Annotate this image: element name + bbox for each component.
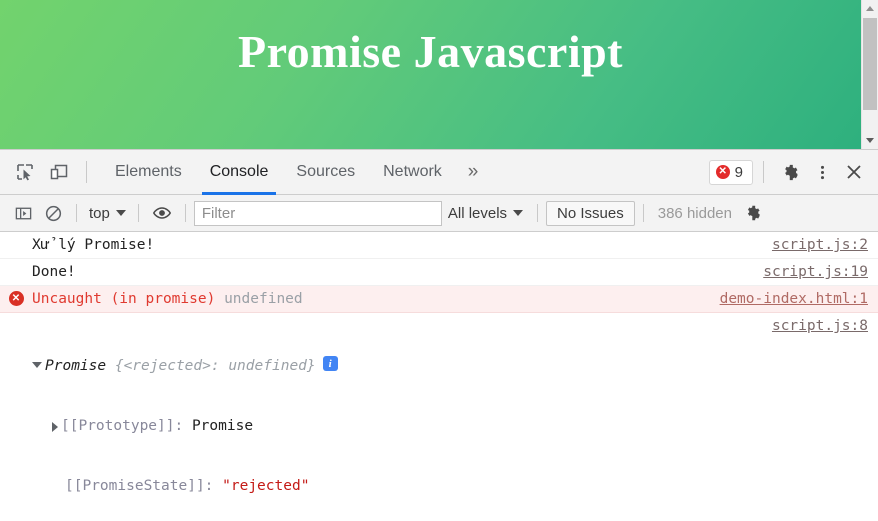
console-toolbar-divider-1 bbox=[76, 204, 77, 222]
close-icon bbox=[847, 165, 861, 179]
console-message-list[interactable]: Xử lý Promise! script.js:2 Done! script.… bbox=[0, 232, 878, 521]
scrollbar-thumb[interactable] bbox=[863, 18, 877, 110]
tabstrip-right-divider bbox=[763, 161, 764, 183]
console-toolbar-divider-5 bbox=[642, 204, 644, 222]
console-toolbar-divider-4 bbox=[537, 204, 539, 222]
inspect-element-button[interactable] bbox=[8, 155, 42, 189]
tab-sources[interactable]: Sources bbox=[282, 150, 369, 195]
console-error-row[interactable]: ✕ Uncaught (in promise) undefined demo-i… bbox=[0, 286, 878, 313]
property-value: "rejected" bbox=[222, 478, 310, 494]
console-sidebar-toggle-icon bbox=[15, 207, 31, 219]
message-gutter bbox=[0, 235, 32, 237]
clear-console-icon bbox=[45, 205, 61, 221]
tab-console[interactable]: Console bbox=[196, 150, 283, 195]
tabstrip-divider bbox=[86, 161, 87, 183]
message-gutter bbox=[0, 262, 32, 264]
property-key: [[PromiseState]]: bbox=[65, 478, 214, 494]
log-level-selector[interactable]: All levels bbox=[442, 205, 529, 222]
chevron-down-icon bbox=[513, 210, 524, 216]
page-vertical-scrollbar[interactable] bbox=[861, 0, 878, 149]
live-expression-eye-icon bbox=[152, 207, 171, 219]
clear-console-button[interactable] bbox=[38, 200, 68, 226]
object-property-row[interactable]: [[Prototype]]: Promise bbox=[32, 416, 772, 436]
console-message-row[interactable]: Done! script.js:19 bbox=[0, 259, 878, 286]
tabstrip-right-controls: ✕ 9 bbox=[708, 156, 878, 188]
devtools-tabstrip: Elements Console Sources Network » ✕ 9 bbox=[0, 150, 878, 195]
page-title: Promise Javascript bbox=[237, 26, 624, 77]
devtools-panel: Elements Console Sources Network » ✕ 9 t… bbox=[0, 149, 878, 521]
chevron-down-icon bbox=[115, 210, 126, 216]
hidden-messages-count: 386 hidden bbox=[657, 204, 732, 222]
property-key: [[Prototype]]: bbox=[61, 418, 184, 434]
error-badge-count: 9 bbox=[734, 163, 743, 181]
gear-icon bbox=[784, 164, 797, 180]
message-text: Done! bbox=[32, 264, 76, 280]
tab-network[interactable]: Network bbox=[369, 150, 456, 195]
info-icon[interactable]: i bbox=[322, 356, 338, 371]
expand-triangle-open-icon[interactable] bbox=[32, 362, 42, 368]
live-expression-button[interactable] bbox=[147, 200, 177, 226]
devtools-close-button[interactable] bbox=[838, 156, 870, 188]
message-gutter bbox=[0, 316, 32, 318]
console-object-row[interactable]: Promise {<rejected>: undefined} i [[Prot… bbox=[0, 313, 878, 521]
issues-button[interactable]: No Issues bbox=[546, 200, 635, 226]
kebab-menu-icon bbox=[820, 165, 824, 179]
error-count-badge[interactable]: ✕ 9 bbox=[708, 159, 753, 185]
message-gutter: ✕ bbox=[0, 289, 32, 306]
devtools-tab-list: Elements Console Sources Network » bbox=[101, 150, 490, 195]
property-value: Promise bbox=[191, 418, 254, 434]
tab-elements[interactable]: Elements bbox=[101, 150, 196, 195]
object-property-row[interactable]: [[PromiseState]]: "rejected" bbox=[32, 476, 772, 496]
page-hero-section: Promise Javascript bbox=[0, 0, 861, 149]
devtools-more-options-button[interactable] bbox=[806, 156, 838, 188]
inspect-element-icon bbox=[17, 164, 33, 181]
more-tabs-button[interactable]: » bbox=[456, 150, 491, 195]
error-badge-icon: ✕ bbox=[715, 165, 730, 179]
console-settings-button[interactable] bbox=[738, 200, 768, 226]
console-toolbar-divider-2 bbox=[137, 204, 139, 222]
message-source-link[interactable]: script.js:2 bbox=[772, 235, 878, 255]
object-preview: {<rejected>: undefined} bbox=[114, 358, 316, 374]
object-type-name: Promise bbox=[45, 358, 107, 374]
execution-context-selector[interactable]: top bbox=[85, 205, 130, 222]
console-toolbar: top All levels No Issues 386 hidden bbox=[0, 195, 878, 232]
scrollbar-down-arrow-icon[interactable] bbox=[862, 132, 878, 149]
device-toolbar-icon bbox=[50, 164, 68, 180]
console-settings-gear-icon bbox=[747, 205, 760, 221]
console-sidebar-toggle-button[interactable] bbox=[8, 200, 38, 226]
page-viewport: Promise Javascript bbox=[0, 0, 878, 149]
object-inspector: Promise {<rejected>: undefined} i [[Prot… bbox=[32, 316, 772, 521]
browser-window: Promise Javascript Elements Console Sour… bbox=[0, 0, 878, 521]
execution-context-value: top bbox=[89, 204, 110, 222]
object-header-row[interactable]: Promise {<rejected>: undefined} i bbox=[32, 356, 772, 376]
error-message-value: undefined bbox=[224, 291, 303, 307]
error-icon: ✕ bbox=[8, 291, 24, 306]
console-message-row[interactable]: Xử lý Promise! script.js:2 bbox=[0, 232, 878, 259]
message-source-link[interactable]: script.js:19 bbox=[763, 262, 878, 282]
error-message-text: Uncaught (in promise) undefined bbox=[32, 289, 720, 309]
error-source-link[interactable]: demo-index.html:1 bbox=[720, 289, 878, 309]
log-level-value: All levels bbox=[447, 204, 508, 222]
scrollbar-up-arrow-icon[interactable] bbox=[862, 0, 878, 17]
expand-triangle-closed-icon[interactable] bbox=[52, 422, 58, 432]
message-text: Xử lý Promise! bbox=[32, 237, 155, 253]
console-toolbar-divider-3 bbox=[184, 204, 186, 222]
error-message-main: Uncaught (in promise) bbox=[32, 291, 216, 307]
filter-input[interactable] bbox=[193, 200, 442, 226]
object-source-link[interactable]: script.js:8 bbox=[772, 316, 878, 336]
devtools-settings-button[interactable] bbox=[774, 156, 806, 188]
device-toolbar-button[interactable] bbox=[42, 155, 76, 189]
